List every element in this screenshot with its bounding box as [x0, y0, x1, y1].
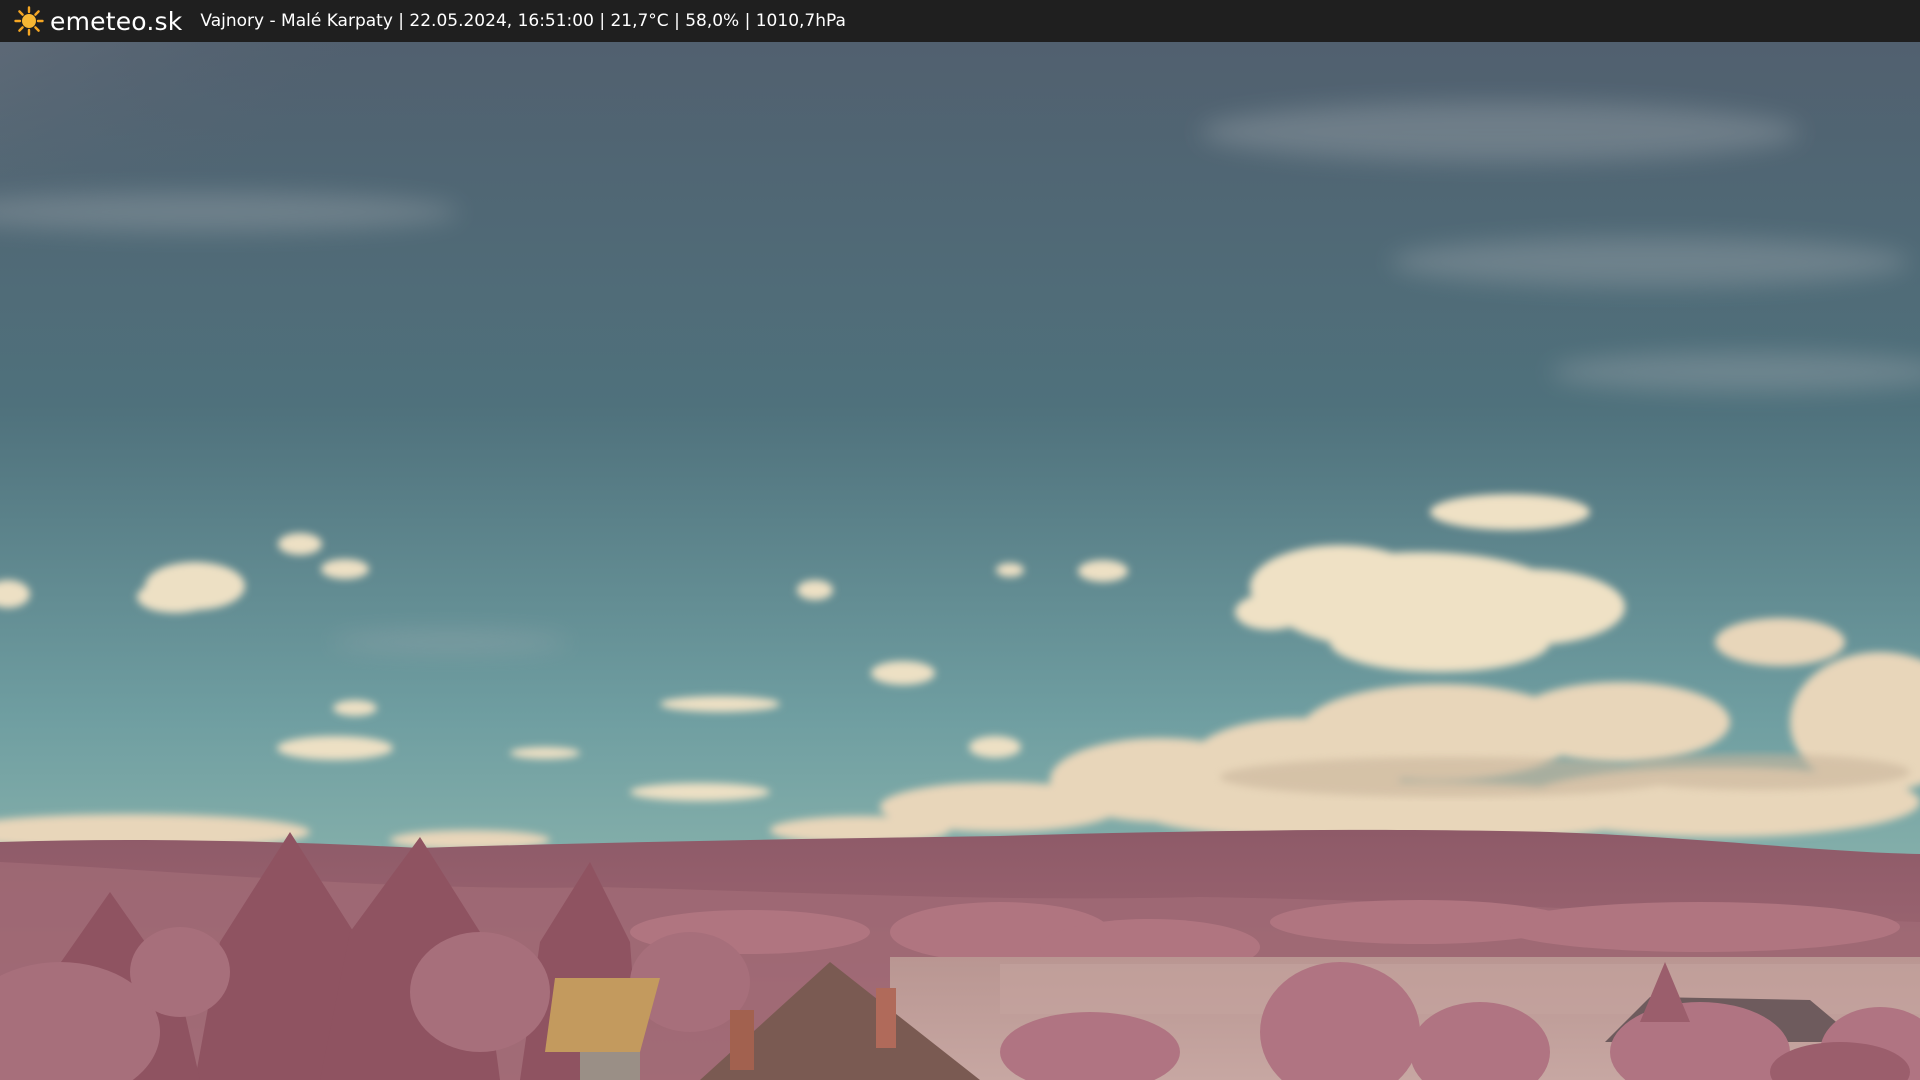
- sun-icon: [14, 6, 44, 36]
- weather-info: Vajnory - Malé Karpaty | 22.05.2024, 16:…: [200, 11, 846, 31]
- webcam-image: [0, 42, 1920, 1080]
- site-logo[interactable]: emeteo.sk: [14, 6, 182, 36]
- top-bar: emeteo.sk Vajnory - Malé Karpaty | 22.05…: [0, 0, 1920, 42]
- landscape-scene: [0, 42, 1920, 1080]
- brand-name: emeteo.sk: [50, 6, 183, 36]
